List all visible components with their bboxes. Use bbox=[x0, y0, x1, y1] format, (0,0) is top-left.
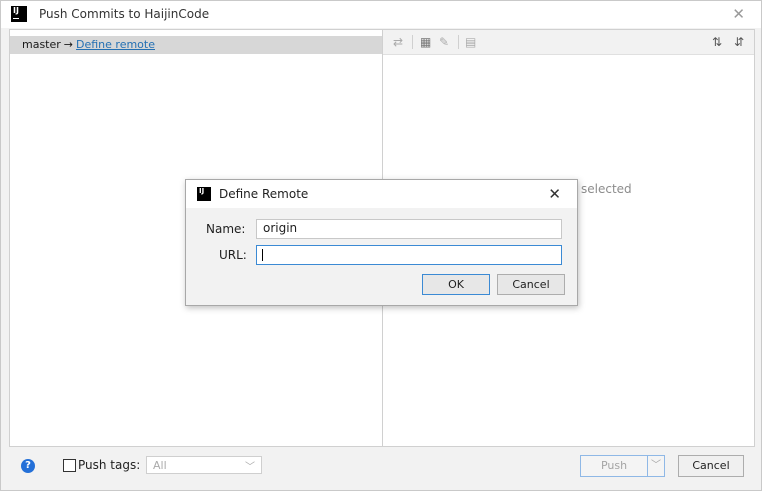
remote-name-field[interactable]: origin bbox=[256, 219, 562, 239]
expand-all-icon[interactable]: ⇅ bbox=[712, 35, 722, 49]
branch-name: master bbox=[22, 38, 61, 51]
remote-url-field[interactable] bbox=[256, 245, 562, 265]
define-remote-link[interactable]: Define remote bbox=[76, 38, 155, 51]
url-label: URL: bbox=[219, 248, 247, 262]
toolbar-separator bbox=[412, 35, 413, 49]
vcs-fetch-icon[interactable]: ⇄ bbox=[393, 35, 403, 49]
collapse-all-icon[interactable]: ⇵ bbox=[734, 35, 744, 49]
arrow-icon: → bbox=[63, 38, 74, 51]
cancel-button[interactable]: Cancel bbox=[678, 455, 744, 477]
changes-toolbar: ⇄ ▦ ✎ ▤ ⇅ ⇵ bbox=[383, 30, 754, 55]
push-options-dropdown[interactable]: ﹀ bbox=[647, 455, 665, 477]
dialog-close-icon[interactable]: ✕ bbox=[548, 185, 561, 203]
text-caret bbox=[262, 249, 263, 261]
intellij-app-icon: IJ bbox=[11, 6, 27, 22]
toolbar-separator bbox=[458, 35, 459, 49]
window-close-icon[interactable]: ✕ bbox=[732, 5, 745, 23]
push-tags-value: All bbox=[153, 459, 167, 472]
intellij-app-icon: IJ bbox=[197, 187, 211, 201]
push-tags-label: Push tags: bbox=[78, 458, 141, 472]
chevron-down-icon: ﹀ bbox=[651, 460, 661, 471]
preview-icon[interactable]: ▤ bbox=[465, 35, 476, 49]
push-tags-select[interactable]: All ﹀ bbox=[146, 456, 262, 474]
push-tags-checkbox[interactable] bbox=[63, 459, 76, 472]
no-selection-text: selected bbox=[581, 182, 632, 196]
title-bar: IJ Push Commits to HaijinCode ✕ bbox=[1, 1, 761, 28]
dialog-title-bar: IJ Define Remote ✕ bbox=[186, 180, 577, 208]
dialog-title: Define Remote bbox=[219, 187, 309, 201]
group-by-icon[interactable]: ▦ bbox=[420, 35, 431, 49]
dialog-cancel-button[interactable]: Cancel bbox=[497, 274, 565, 295]
edit-icon[interactable]: ✎ bbox=[439, 35, 449, 49]
name-label: Name: bbox=[206, 222, 246, 236]
chevron-down-icon: ﹀ bbox=[245, 462, 255, 473]
help-icon[interactable]: ? bbox=[21, 459, 35, 473]
window-title: Push Commits to HaijinCode bbox=[39, 7, 210, 21]
branch-row[interactable]: master → Define remote bbox=[10, 36, 382, 54]
define-remote-dialog: IJ Define Remote ✕ Name: origin URL: OK … bbox=[185, 179, 578, 306]
bottom-bar: ? Push tags: All ﹀ Push ﹀ Cancel bbox=[1, 448, 761, 490]
ok-button[interactable]: OK bbox=[422, 274, 490, 295]
push-button[interactable]: Push bbox=[580, 455, 648, 477]
